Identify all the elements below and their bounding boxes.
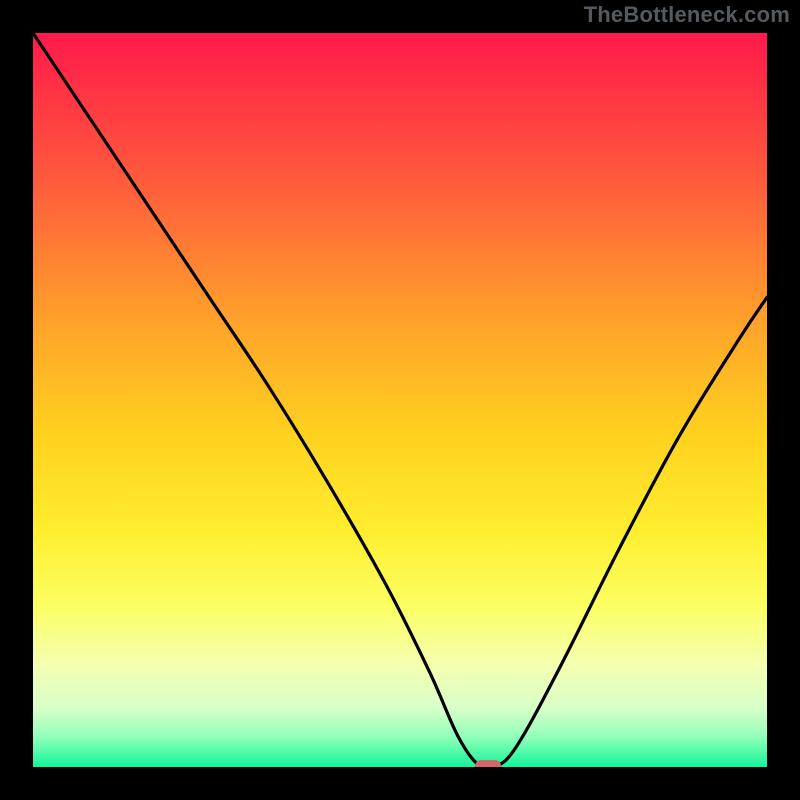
chart-frame: TheBottleneck.com — [0, 0, 800, 800]
plot-area — [33, 33, 767, 767]
optimal-marker — [475, 760, 501, 767]
chart-svg — [33, 33, 767, 767]
gradient-backdrop — [33, 33, 767, 767]
watermark-text: TheBottleneck.com — [584, 2, 790, 28]
